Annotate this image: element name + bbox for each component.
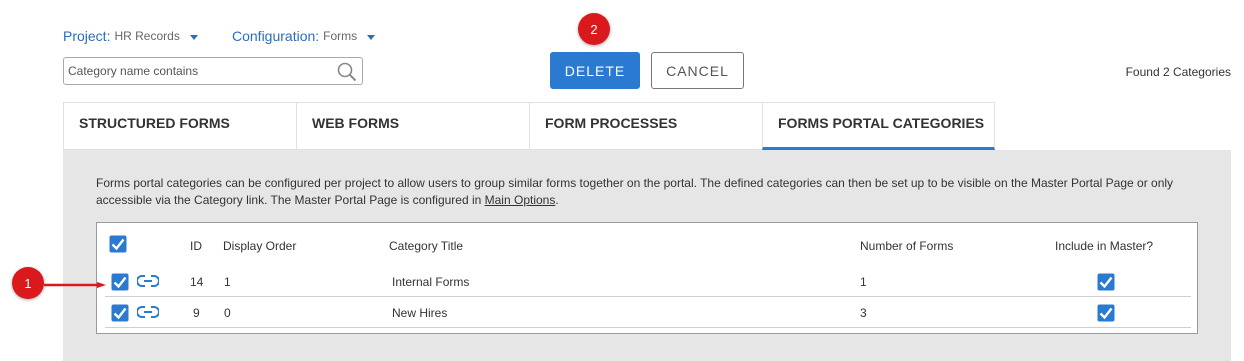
callout-badge-1: 1: [12, 267, 44, 299]
search-icon[interactable]: [336, 61, 358, 83]
cell-display-order: 1: [224, 275, 231, 289]
include-in-master-checkbox[interactable]: [1097, 304, 1115, 322]
chevron-down-icon: [367, 34, 376, 40]
tab-bar: STRUCTURED FORMS WEB FORMS FORM PROCESSE…: [63, 102, 995, 150]
chevron-down-icon: [189, 34, 198, 40]
tab-web-forms[interactable]: WEB FORMS: [296, 102, 529, 150]
project-selector[interactable]: Project: HR Records: [63, 28, 198, 44]
delete-button[interactable]: DELETE: [550, 52, 640, 89]
project-label: Project:: [63, 28, 111, 44]
categories-panel: Forms portal categories can be configure…: [63, 150, 1231, 361]
select-all-checkbox[interactable]: [109, 235, 127, 253]
description-text: Forms portal categories can be configure…: [96, 176, 1174, 207]
column-header-id: ID: [190, 239, 202, 253]
include-in-master-checkbox[interactable]: [1097, 273, 1115, 291]
callout-badge-2: 2: [578, 13, 610, 45]
tab-forms-portal-categories[interactable]: FORMS PORTAL CATEGORIES: [762, 102, 995, 150]
column-header-include-in-master[interactable]: Include in Master?: [1055, 239, 1153, 253]
configuration-value: Forms: [323, 29, 358, 43]
search-input[interactable]: [64, 58, 324, 84]
row-divider: [105, 296, 1191, 297]
panel-description: Forms portal categories can be configure…: [96, 175, 1206, 209]
column-header-display-order[interactable]: Display Order: [223, 239, 296, 253]
row-select-checkbox[interactable]: [111, 273, 129, 291]
main-options-link[interactable]: Main Options: [485, 193, 556, 207]
configuration-selector[interactable]: Configuration: Forms: [232, 28, 376, 44]
column-header-number-of-forms[interactable]: Number of Forms: [860, 239, 953, 253]
found-count: Found 2 Categories: [1125, 65, 1231, 79]
cell-category-title: New Hires: [392, 306, 448, 320]
cell-id: 9: [193, 306, 200, 320]
search-box: [63, 57, 363, 85]
description-end: .: [555, 193, 559, 207]
tab-structured-forms[interactable]: STRUCTURED FORMS: [63, 102, 296, 150]
cell-id: 14: [190, 275, 204, 289]
arrow-right-icon: [44, 282, 106, 288]
tab-form-processes[interactable]: FORM PROCESSES: [529, 102, 762, 150]
row-divider: [105, 327, 1191, 328]
cell-category-title: Internal Forms: [392, 275, 470, 289]
cell-number-of-forms: 1: [860, 275, 867, 289]
link-icon[interactable]: [137, 274, 159, 288]
configuration-label: Configuration:: [232, 28, 320, 44]
column-header-category-title[interactable]: Category Title: [389, 239, 463, 253]
page: Project: HR Records Configuration: Forms…: [0, 0, 1244, 361]
cancel-button[interactable]: CANCEL: [651, 52, 744, 89]
cell-number-of-forms: 3: [860, 306, 867, 320]
cell-display-order: 0: [224, 306, 231, 320]
categories-table: ID Display Order Category Title Number o…: [96, 222, 1198, 334]
project-value: HR Records: [114, 29, 180, 43]
row-select-checkbox[interactable]: [111, 304, 129, 322]
link-icon[interactable]: [137, 305, 159, 319]
